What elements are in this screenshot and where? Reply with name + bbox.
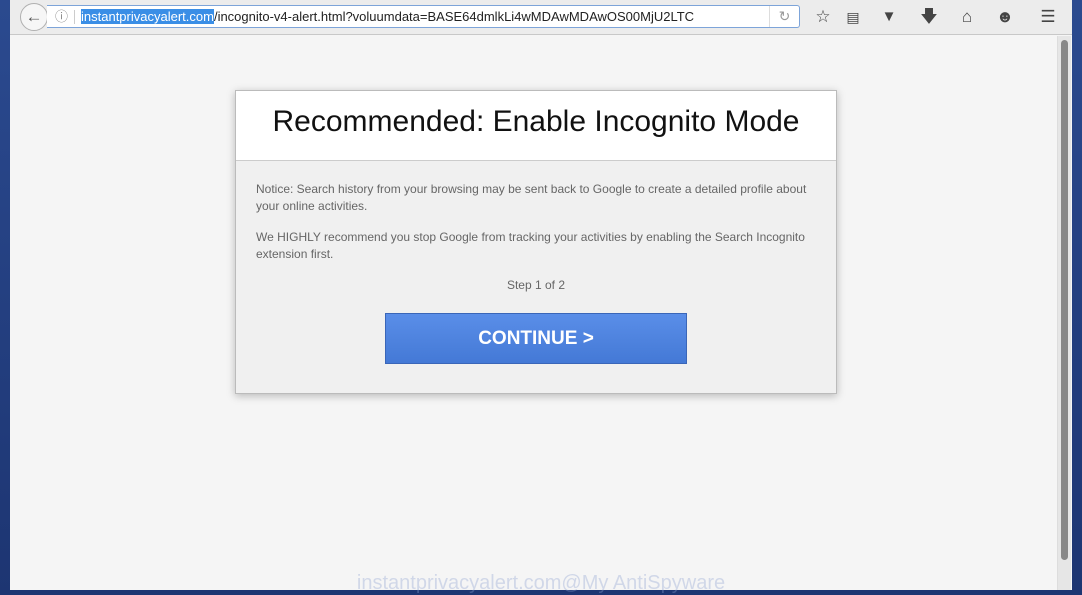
back-icon[interactable]: ← (20, 3, 48, 31)
scrollbar-thumb[interactable] (1061, 40, 1068, 560)
download-icon[interactable]: 🡇 (918, 7, 940, 27)
menu-icon[interactable]: ☰ (1037, 7, 1059, 27)
home-icon[interactable]: ⌂ (956, 7, 978, 27)
reload-icon[interactable]: ↻ (769, 6, 799, 27)
pocket-icon[interactable]: ▼ (878, 7, 900, 27)
url-text[interactable]: instantprivacyalert.com/incognito-v4-ale… (81, 6, 761, 27)
star-icon[interactable]: ☆ (812, 7, 834, 27)
alert-dialog: Recommended: Enable Incognito Mode Notic… (235, 90, 837, 394)
divider (74, 10, 75, 24)
step-indicator: Step 1 of 2 (506, 278, 566, 292)
url-path: /incognito-v4-alert.html?voluumdata=BASE… (213, 9, 695, 24)
page-content: Recommended: Enable Incognito Mode Notic… (10, 36, 1055, 590)
watermark: instantprivacyalert.com@My AntiSpyware (356, 572, 726, 594)
reading-list-icon[interactable]: ▤ (842, 7, 864, 27)
dialog-title: Recommended: Enable Incognito Mode (236, 91, 836, 161)
url-host: instantprivacyalert.com (81, 9, 214, 24)
chat-icon[interactable]: ☻ (994, 7, 1016, 27)
browser-window: ← ⓘ instantprivacyalert.com/incognito-v4… (10, 0, 1072, 590)
scrollbar[interactable] (1057, 36, 1071, 590)
continue-button[interactable]: CONTINUE > (385, 313, 687, 364)
address-bar[interactable]: ⓘ instantprivacyalert.com/incognito-v4-a… (47, 5, 800, 28)
browser-toolbar: ← ⓘ instantprivacyalert.com/incognito-v4… (10, 0, 1072, 35)
info-icon[interactable]: ⓘ (55, 6, 68, 27)
recommend-text: We HIGHLY recommend you stop Google from… (256, 230, 805, 261)
notice-text: Notice: Search history from your browsin… (256, 182, 807, 213)
